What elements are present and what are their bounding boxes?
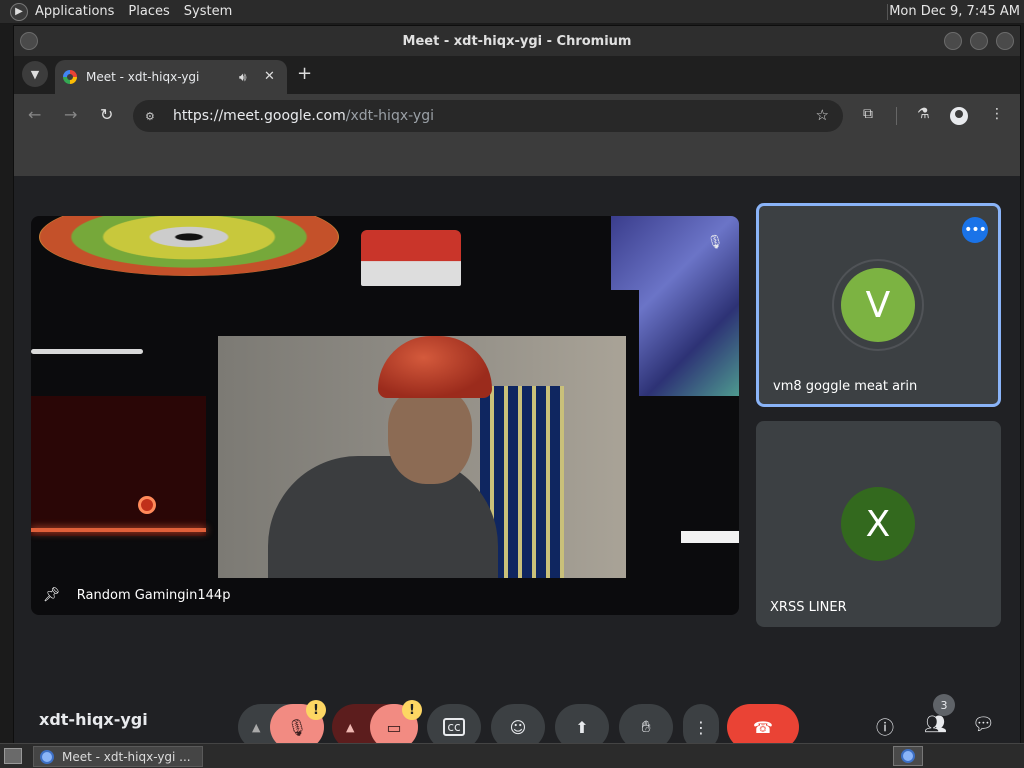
game-ground bbox=[31, 528, 206, 532]
url-host: https://meet.google.com bbox=[173, 108, 346, 124]
tab-title: Meet - xdt-hiqx-ygi bbox=[86, 70, 200, 84]
site-info-icon[interactable]: ⚙ bbox=[145, 110, 159, 123]
chromium-icon bbox=[901, 749, 915, 763]
disc-graphic bbox=[39, 216, 339, 276]
people-count-badge: 3 bbox=[933, 694, 955, 716]
gnome-logo-icon[interactable]: ▶ bbox=[10, 2, 28, 21]
chromium-icon bbox=[40, 749, 54, 764]
window-menu-button[interactable] bbox=[20, 32, 38, 50]
info-icon[interactable]: ⓘ bbox=[876, 714, 894, 740]
person-body bbox=[268, 456, 498, 578]
tab-strip: ▼ Meet - xdt-hiqx-ygi 🔊︎ ✕ + bbox=[14, 56, 1020, 94]
minimize-button[interactable] bbox=[944, 32, 962, 50]
person-icon[interactable] bbox=[950, 107, 968, 125]
tab-meet[interactable]: Meet - xdt-hiqx-ygi 🔊︎ ✕ bbox=[55, 60, 287, 94]
meeting-code: xdt-hiqx-ygi bbox=[39, 710, 148, 729]
browser-window: Meet - xdt-hiqx-ygi - Chromium ▼ Meet - … bbox=[13, 25, 1021, 750]
taskbar: Meet - xdt-hiqx-ygi ... bbox=[0, 743, 1024, 768]
speaker-icon[interactable]: 🔊︎ bbox=[239, 70, 247, 85]
arrow-left-icon[interactable]: ← bbox=[28, 105, 41, 124]
shared-video-frame bbox=[31, 216, 739, 615]
main-tile-label: 📌︎ Random Gamingin144p bbox=[43, 587, 230, 603]
mic-warning-badge: ! bbox=[306, 700, 326, 720]
present-icon: ⬆ bbox=[575, 717, 589, 737]
emoji-icon: ☺ bbox=[509, 717, 527, 737]
menu-places[interactable]: Places bbox=[128, 4, 169, 19]
cc-icon: cc bbox=[443, 718, 465, 736]
hand-icon: ✋︎ bbox=[641, 717, 651, 736]
game-scene bbox=[31, 396, 206, 536]
main-tile-name: Random Gamingin144p bbox=[76, 587, 231, 603]
url-path: /xdt-hiqx-ygi bbox=[345, 108, 434, 124]
window-titlebar[interactable]: Meet - xdt-hiqx-ygi - Chromium bbox=[14, 26, 1020, 56]
participant-name-x: XRSS LINER bbox=[770, 600, 847, 615]
person-head bbox=[388, 388, 472, 484]
star-icon[interactable]: ☆ bbox=[816, 106, 829, 124]
taskbar-item-chromium[interactable]: Meet - xdt-hiqx-ygi ... bbox=[33, 746, 203, 767]
game-orb bbox=[138, 496, 156, 514]
chat-icon[interactable]: 💬︎ bbox=[972, 714, 995, 735]
people-icon[interactable]: 👥︎ bbox=[924, 714, 947, 735]
arrow-right-icon[interactable]: → bbox=[64, 105, 77, 124]
maximize-button[interactable] bbox=[970, 32, 988, 50]
meet-content: 🎙︎ 📌︎ Random Gamingin144p ••• V vm8 gogg… bbox=[14, 138, 1020, 750]
video-options-chevron-icon[interactable]: ▲ bbox=[346, 721, 354, 734]
window-close-button[interactable] bbox=[996, 32, 1014, 50]
game-progress-graphic bbox=[31, 349, 143, 354]
avatar-x: X bbox=[841, 487, 915, 561]
browser-toolbar: ← → ↻ ⚙ https://meet.google.com/xdt-hiqx… bbox=[14, 94, 1020, 138]
url-text[interactable]: https://meet.google.com/xdt-hiqx-ygi bbox=[173, 108, 434, 124]
participant-name-v: vm8 goggle meat arin bbox=[773, 379, 918, 394]
address-bar[interactable]: ⚙ https://meet.google.com/xdt-hiqx-ygi ☆ bbox=[133, 100, 843, 132]
robot-graphic bbox=[361, 230, 461, 286]
menu-applications[interactable]: Applications bbox=[35, 4, 114, 19]
clock[interactable]: Mon Dec 9, 7:45 AM bbox=[889, 4, 1020, 19]
pin-icon[interactable]: 📌︎ bbox=[43, 587, 61, 603]
plus-icon[interactable]: + bbox=[297, 63, 312, 84]
menu-system[interactable]: System bbox=[184, 4, 232, 19]
window-title: Meet - xdt-hiqx-ygi - Chromium bbox=[402, 33, 632, 49]
avatar-v: V bbox=[841, 268, 915, 342]
toolbar-divider bbox=[896, 107, 897, 125]
more-vert-icon: ⋮ bbox=[693, 717, 709, 737]
show-desktop-icon[interactable] bbox=[4, 748, 22, 764]
audio-options-chevron-icon[interactable]: ▲ bbox=[252, 721, 260, 734]
flask-icon[interactable]: ⚗ bbox=[917, 106, 930, 122]
chevron-down-icon[interactable]: ▼ bbox=[22, 61, 48, 87]
participant-tile-v[interactable]: ••• V vm8 goggle meat arin bbox=[756, 203, 1001, 407]
phone-hangup-icon: ☎︎ bbox=[753, 717, 773, 737]
close-icon[interactable]: ✕ bbox=[264, 69, 275, 84]
taskbar-item-label: Meet - xdt-hiqx-ygi ... bbox=[62, 749, 191, 764]
person-video-frame bbox=[218, 336, 626, 578]
top-panel: ▶ Applications Places System Mon Dec 9, … bbox=[0, 0, 1024, 24]
reload-icon[interactable]: ↻ bbox=[100, 105, 113, 124]
panel-separator bbox=[887, 4, 888, 20]
camera-warning-badge: ! bbox=[402, 700, 422, 720]
more-vert-icon[interactable]: ⋮ bbox=[990, 106, 1004, 122]
more-options-button[interactable]: ••• bbox=[962, 217, 988, 243]
mic-off-icon: 🎙︎ bbox=[286, 717, 308, 737]
camera-off-icon: ▭ bbox=[386, 717, 402, 737]
meet-favicon-icon bbox=[63, 70, 77, 84]
hardhat-graphic bbox=[378, 336, 492, 398]
white-bar-graphic bbox=[681, 531, 739, 543]
puzzle-icon[interactable]: ⧉ bbox=[863, 106, 873, 122]
participant-tile-x[interactable]: X XRSS LINER bbox=[756, 421, 1001, 627]
tray-chromium[interactable] bbox=[893, 746, 923, 766]
mic-off-icon: 🎙︎ bbox=[706, 234, 724, 250]
main-video-tile[interactable]: 🎙︎ 📌︎ Random Gamingin144p bbox=[31, 216, 739, 615]
